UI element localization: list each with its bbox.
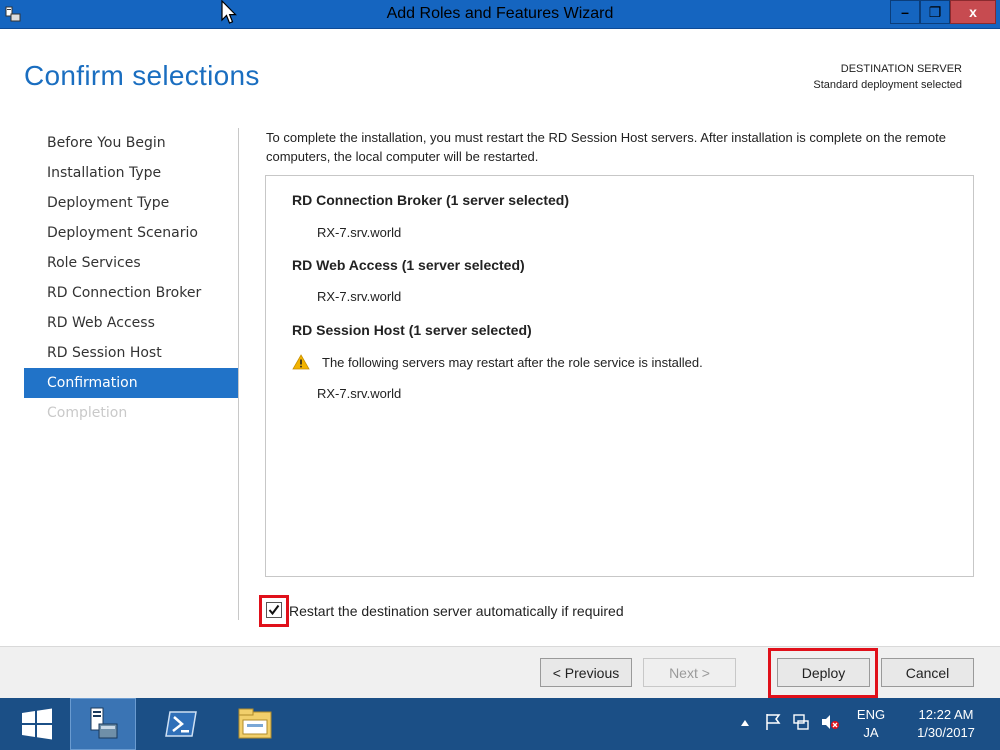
start-button[interactable] bbox=[4, 698, 70, 750]
wizard-window: Add Roles and Features Wizard – ❐ x Conf… bbox=[0, 0, 1000, 698]
broker-heading: RD Connection Broker (1 server selected) bbox=[292, 192, 569, 208]
nav-item-completion: Completion bbox=[47, 405, 128, 421]
language-indicator[interactable]: ENG JA bbox=[856, 706, 886, 742]
web-access-heading: RD Web Access (1 server selected) bbox=[292, 257, 525, 273]
web-access-server: RX-7.srv.world bbox=[317, 289, 402, 304]
restart-warning-text: The following servers may restart after … bbox=[322, 354, 703, 370]
nav-item-rd-session-host[interactable]: RD Session Host bbox=[24, 338, 238, 368]
file-explorer-icon bbox=[238, 708, 272, 739]
nav-item-confirmation[interactable]: Confirmation bbox=[24, 368, 238, 398]
nav-item-rd-web-access[interactable]: RD Web Access bbox=[24, 308, 238, 338]
nav-item-deployment-scenario[interactable]: Deployment Scenario bbox=[24, 218, 238, 248]
previous-button[interactable]: < Previous bbox=[540, 658, 632, 687]
close-button[interactable]: x bbox=[950, 0, 996, 24]
nav-item-role-services[interactable]: Role Services bbox=[24, 248, 238, 278]
wizard-nav: Before You Begin Installation Type Deplo… bbox=[24, 128, 238, 428]
nav-item-rd-connection-broker[interactable]: RD Connection Broker bbox=[24, 278, 238, 308]
cursor-icon bbox=[221, 0, 237, 24]
cancel-button[interactable]: Cancel bbox=[881, 658, 974, 687]
selections-box: RD Connection Broker (1 server selected)… bbox=[265, 175, 974, 577]
start-icon bbox=[22, 708, 52, 740]
window-controls: – ❐ x bbox=[890, 0, 996, 24]
network-icon[interactable] bbox=[792, 713, 810, 734]
restore-button[interactable]: ❐ bbox=[920, 0, 950, 24]
speaker-muted-icon[interactable] bbox=[820, 713, 840, 734]
restart-description: To complete the installation, you must r… bbox=[266, 130, 946, 164]
title-bar[interactable]: Add Roles and Features Wizard – ❐ x bbox=[0, 0, 1000, 29]
clock[interactable]: 12:22 AM 1/30/2017 bbox=[904, 706, 988, 742]
broker-server: RX-7.srv.world bbox=[317, 225, 402, 240]
checkmark-icon bbox=[268, 604, 280, 616]
server-manager-icon bbox=[90, 707, 118, 739]
taskbar-file-explorer[interactable] bbox=[222, 698, 288, 750]
tray-overflow-icon[interactable] bbox=[740, 716, 750, 731]
window-title: Add Roles and Features Wizard bbox=[386, 5, 614, 22]
session-host-server: RX-7.srv.world bbox=[317, 386, 402, 401]
destination-value: Standard deployment selected bbox=[813, 79, 962, 91]
powershell-icon bbox=[165, 711, 197, 737]
destination-label: DESTINATION SERVER bbox=[840, 63, 962, 75]
clock-time: 12:22 AM bbox=[918, 707, 974, 722]
destination-server: DESTINATION SERVER Standard deployment s… bbox=[813, 61, 962, 93]
nav-divider bbox=[238, 128, 239, 620]
session-host-heading: RD Session Host (1 server selected) bbox=[292, 322, 532, 338]
next-button: Next > bbox=[643, 658, 736, 687]
system-tray: ENG JA 12:22 AM 1/30/2017 bbox=[730, 698, 1000, 750]
language-bottom: JA bbox=[863, 725, 879, 740]
nav-item-deployment-type[interactable]: Deployment Type bbox=[24, 188, 238, 218]
restart-warning: The following servers may restart after … bbox=[292, 354, 703, 370]
nav-item-before-you-begin[interactable]: Before You Begin bbox=[24, 128, 238, 158]
deploy-button[interactable]: Deploy bbox=[777, 658, 870, 687]
taskbar-powershell[interactable] bbox=[148, 698, 214, 750]
taskbar-server-manager[interactable] bbox=[70, 698, 136, 750]
clock-date: 1/30/2017 bbox=[917, 725, 975, 740]
taskbar: ENG JA 12:22 AM 1/30/2017 bbox=[0, 698, 1000, 750]
restart-checkbox[interactable] bbox=[266, 602, 282, 618]
language-top: ENG bbox=[856, 707, 886, 722]
flag-icon[interactable] bbox=[764, 713, 782, 734]
page-title: Confirm selections bbox=[24, 60, 260, 91]
minimize-button[interactable]: – bbox=[890, 0, 920, 24]
nav-item-installation-type[interactable]: Installation Type bbox=[24, 158, 238, 188]
warning-icon bbox=[292, 354, 310, 370]
restart-checkbox-label[interactable]: Restart the destination server automatic… bbox=[289, 603, 624, 619]
